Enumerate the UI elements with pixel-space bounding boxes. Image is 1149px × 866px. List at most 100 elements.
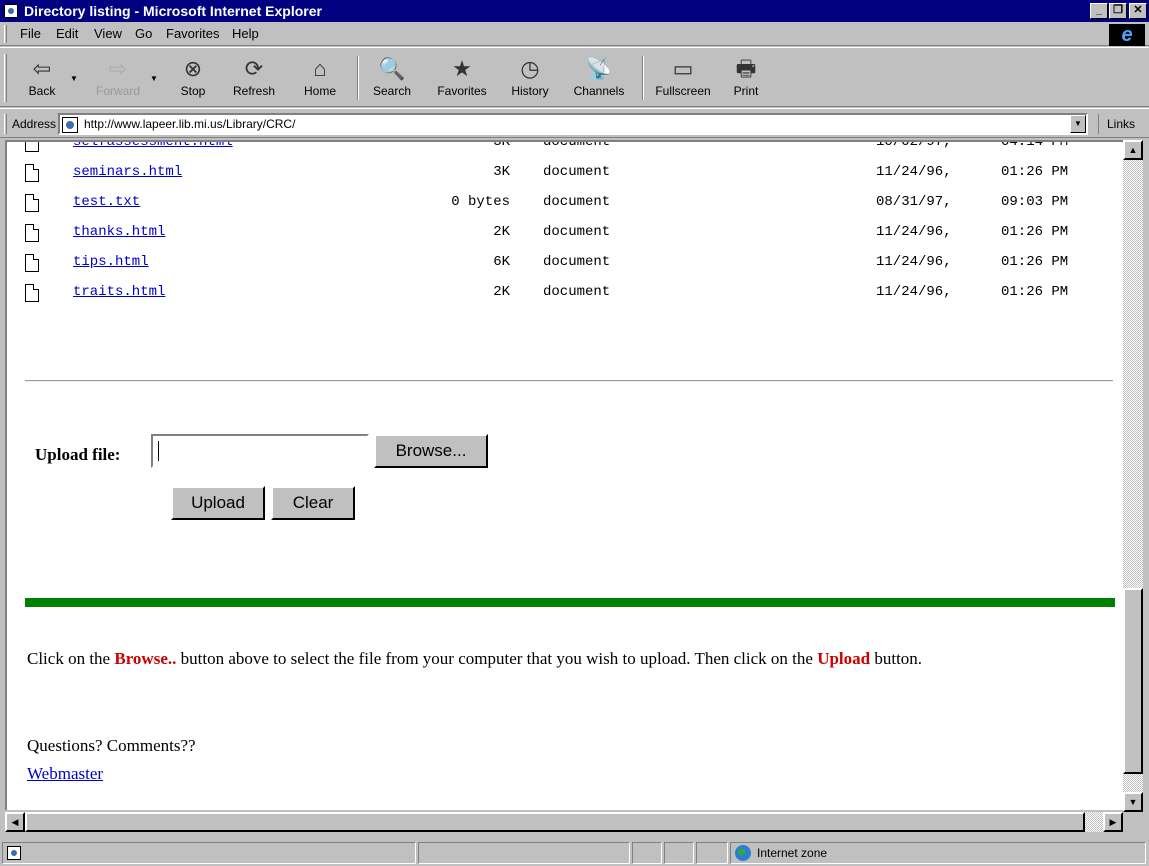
print-icon: 🖶 (735, 56, 757, 81)
file-time: 01:26 PM (1001, 284, 1069, 300)
status-main-panel (2, 842, 416, 864)
instructions-browse-emphasis: Browse.. (114, 649, 177, 668)
refresh-button[interactable]: ⟳ Refresh (224, 52, 284, 104)
stop-button[interactable]: ⊗ Stop (170, 52, 216, 104)
upload-button[interactable]: Upload (171, 486, 265, 520)
maximize-button[interactable]: ❐ (1109, 3, 1127, 19)
search-button[interactable]: 🔍 Search (366, 52, 418, 104)
menu-edit[interactable]: Edit (56, 26, 78, 41)
fullscreen-icon: ▭ (672, 56, 694, 81)
file-date: 11/24/96, (876, 164, 952, 180)
channels-icon: 📡 (585, 56, 613, 81)
file-link[interactable]: selfassessment.html (73, 142, 233, 150)
instructions-text: button. (870, 649, 923, 668)
print-button[interactable]: 🖶 Print (724, 52, 768, 104)
list-item: thanks.html 2K document 11/24/96, 01:26 … (7, 224, 1123, 250)
upload-file-input[interactable] (151, 434, 369, 468)
home-icon: ⌂ (313, 56, 327, 81)
toolbar-separator (642, 56, 644, 100)
address-bar: Address http://www.lapeer.lib.mi.us/Libr… (0, 108, 1149, 138)
green-divider (25, 598, 1115, 607)
menu-go[interactable]: Go (135, 26, 152, 41)
file-time: 01:26 PM (1001, 254, 1069, 270)
instructions-text: button above to select the file from you… (176, 649, 818, 668)
file-link[interactable]: test.txt (73, 194, 140, 210)
favorites-icon: ★ (452, 56, 472, 81)
standard-toolbar: ⇦ Back ▼ ⇨ Forward ▼ ⊗ Stop ⟳ Refresh ⌂ … (0, 47, 1149, 107)
document-icon (25, 194, 39, 212)
horizontal-divider (25, 380, 1113, 382)
back-dropdown-icon[interactable]: ▼ (70, 74, 78, 83)
scroll-right-arrow-icon[interactable]: ▶ (1103, 812, 1123, 832)
document-icon (25, 224, 39, 242)
back-button[interactable]: ⇦ Back (18, 52, 66, 104)
file-time: 01:26 PM (1001, 164, 1069, 180)
menu-view[interactable]: View (94, 26, 122, 41)
stop-icon: ⊗ (183, 56, 203, 81)
file-size: 2K (493, 224, 510, 240)
horizontal-scrollbar[interactable]: ◀ ▶ (5, 812, 1123, 832)
toolbar-grip[interactable] (4, 54, 7, 102)
vertical-scrollbar[interactable]: ▲ ▼ (1123, 140, 1143, 812)
channels-button[interactable]: 📡 Channels (566, 52, 632, 104)
search-icon: 🔍 (378, 56, 406, 81)
menu-grip[interactable] (4, 25, 7, 43)
document-icon (25, 164, 39, 182)
globe-icon (735, 845, 751, 861)
file-link[interactable]: seminars.html (73, 164, 182, 180)
home-button[interactable]: ⌂ Home (296, 52, 344, 104)
file-type: document (543, 194, 611, 210)
document-icon (25, 142, 39, 152)
close-button[interactable]: ✕ (1129, 3, 1147, 19)
file-date: 11/24/96, (876, 284, 952, 300)
forward-button[interactable]: ⇨ Forward (88, 52, 148, 104)
address-label: Address (12, 117, 57, 131)
title-bar: Directory listing - Microsoft Internet E… (0, 0, 1149, 22)
file-date: 10/02/97, (876, 140, 952, 150)
menu-file[interactable]: File (20, 26, 41, 41)
fullscreen-button[interactable]: ▭ Fullscreen (650, 52, 716, 104)
document-icon (25, 254, 39, 272)
file-type: document (543, 164, 611, 180)
address-grip[interactable] (4, 114, 7, 134)
upload-instructions: Click on the Browse.. button above to se… (27, 646, 1117, 672)
file-link[interactable]: tips.html (73, 254, 149, 270)
refresh-icon: ⟳ (244, 56, 264, 81)
address-dropdown-icon[interactable]: ▼ (1070, 115, 1086, 133)
file-size: 2K (493, 284, 510, 300)
file-type: document (543, 284, 611, 300)
forward-dropdown-icon[interactable]: ▼ (150, 74, 158, 83)
address-url[interactable]: http://www.lapeer.lib.mi.us/Library/CRC/ (84, 117, 295, 131)
ie-logo-icon: e (1109, 24, 1145, 46)
zone-text: Internet zone (757, 846, 828, 860)
file-link[interactable]: thanks.html (73, 224, 165, 240)
minimize-button[interactable]: _ (1090, 3, 1108, 19)
horizontal-scroll-thumb[interactable] (25, 812, 1085, 832)
favorites-button[interactable]: ★ Favorites (430, 52, 494, 104)
clear-button[interactable]: Clear (271, 486, 355, 520)
instructions-text: Click on the (27, 649, 115, 668)
page-icon (62, 117, 78, 133)
webmaster-link[interactable]: Webmaster (27, 764, 103, 784)
scroll-left-arrow-icon[interactable]: ◀ (5, 812, 25, 832)
questions-text: Questions? Comments?? (27, 736, 196, 755)
history-button[interactable]: ◷ History (504, 52, 556, 104)
list-item: tips.html 6K document 11/24/96, 01:26 PM (7, 254, 1123, 280)
list-item: traits.html 2K document 11/24/96, 01:26 … (7, 284, 1123, 310)
list-item: test.txt 0 bytes document 08/31/97, 09:0… (7, 194, 1123, 220)
address-input[interactable]: http://www.lapeer.lib.mi.us/Library/CRC/… (58, 113, 1088, 135)
file-size: 3K (493, 164, 510, 180)
instructions-upload-emphasis: Upload (817, 649, 871, 668)
file-size: 0 bytes (451, 194, 510, 210)
vertical-scroll-thumb[interactable] (1123, 588, 1143, 774)
browse-button[interactable]: Browse... (374, 434, 488, 468)
menu-help[interactable]: Help (232, 26, 259, 41)
history-icon: ◷ (520, 56, 540, 81)
document-icon (25, 284, 39, 302)
scroll-down-arrow-icon[interactable]: ▼ (1123, 792, 1143, 812)
menu-favorites[interactable]: Favorites (166, 26, 219, 41)
scroll-up-arrow-icon[interactable]: ▲ (1123, 140, 1143, 160)
file-link[interactable]: traits.html (73, 284, 165, 300)
links-button[interactable]: Links (1098, 114, 1135, 134)
status-panel (696, 842, 728, 864)
